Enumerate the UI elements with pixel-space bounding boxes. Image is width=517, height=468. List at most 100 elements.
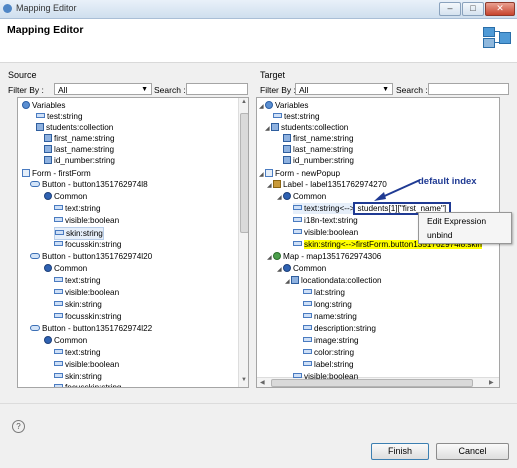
minimize-button[interactable]: ‒ [439, 2, 461, 16]
tree-node[interactable]: ◢ Common [277, 191, 326, 202]
scroll-left-icon[interactable]: ◀ [260, 379, 265, 386]
tree-node[interactable]: ◢ locationdata:collection [285, 275, 382, 286]
tree-node[interactable]: Common [44, 191, 87, 202]
tree-node[interactable]: test:string [273, 111, 320, 122]
source-vertical-scrollbar[interactable]: ▲ ▼ [238, 98, 248, 387]
source-search-label: Search : [154, 85, 186, 95]
variables-icon [22, 101, 30, 109]
tree-node[interactable]: ◢ Form - newPopup [259, 168, 340, 179]
target-title: Target [260, 70, 286, 80]
source-title: Source [8, 70, 37, 80]
tree-node[interactable]: visible:boolean [54, 359, 119, 370]
tree-node[interactable]: text:string [54, 275, 101, 286]
source-filter-select[interactable]: All ▼ [54, 83, 152, 95]
tree-node-label: visible:boolean [65, 360, 120, 369]
tree-node[interactable]: Form - firstForm [22, 168, 91, 179]
tree-node[interactable]: ◢ Label - label1351762974270 [267, 179, 387, 190]
tree-node-label: students:collection [46, 123, 114, 132]
tree-node[interactable]: image:string [303, 335, 359, 346]
tree-node[interactable]: last_name:string [283, 144, 353, 155]
menu-item-edit-expression[interactable]: Edit Expression [419, 215, 511, 228]
tree-node[interactable]: test:string [36, 111, 83, 122]
close-button[interactable]: ✕ [485, 2, 515, 16]
tree-node[interactable]: last_name:string [44, 144, 114, 155]
tree-node-label: focusskin:string [65, 240, 122, 249]
tree-node[interactable]: ◢ Common [277, 263, 326, 274]
tree-node[interactable]: lat:string [303, 287, 345, 298]
chevron-down-icon: ▼ [141, 86, 148, 93]
scroll-right-icon[interactable]: ▶ [489, 379, 494, 386]
tree-node-label: image:string [314, 336, 359, 345]
page-title: Mapping Editor [7, 24, 84, 36]
tree-node[interactable]: students:collection [36, 122, 113, 133]
target-filter-select[interactable]: All ▼ [295, 83, 393, 95]
tree-node[interactable]: description:string [303, 323, 376, 334]
scroll-up-icon[interactable]: ▲ [241, 99, 247, 105]
common-group-icon [283, 264, 291, 272]
tree-node[interactable]: Common [44, 263, 87, 274]
collection-icon [271, 123, 279, 131]
string-field-icon [293, 373, 302, 378]
tree-node[interactable]: text:string [54, 347, 101, 358]
tree-node-label: skin:string [66, 229, 103, 238]
cancel-button[interactable]: Cancel [436, 443, 509, 460]
string-field-icon [303, 349, 312, 354]
tree-node[interactable]: visible:boolean [293, 371, 358, 382]
string-field-icon [54, 241, 63, 246]
tree-node[interactable]: visible:boolean [54, 287, 119, 298]
tree-node[interactable]: ◢ Variables [259, 100, 309, 111]
string-field-icon [303, 301, 312, 306]
tree-node-label: skin:string<-->firstForm [304, 240, 389, 249]
tree-node[interactable]: focusskin:string [54, 382, 121, 387]
string-field-icon [54, 289, 63, 294]
tree-node[interactable]: skin:string [54, 371, 102, 382]
source-search-input[interactable] [186, 83, 248, 95]
tree-node[interactable]: Variables [22, 100, 66, 111]
mapping-logo-icon [483, 25, 511, 49]
source-filter-label: Filter By : [8, 85, 44, 95]
tree-node[interactable]: ◢ Map - map1351762974306 [267, 251, 381, 262]
tree-node-label: Form - newPopup [275, 169, 341, 178]
source-tree[interactable]: ▲ ▼ Variables test:string students:collect… [17, 97, 249, 388]
tree-node[interactable]: Button - button1351762974l8 [30, 179, 148, 190]
tree-node[interactable]: ◢ students:collection [265, 122, 348, 133]
tree-node[interactable]: skin:string [54, 299, 102, 310]
tree-node[interactable]: first_name:string [44, 133, 115, 144]
scroll-thumb[interactable] [240, 113, 248, 233]
tree-node[interactable]: i18n-text:string [293, 215, 358, 226]
tree-node[interactable]: name:string [303, 311, 357, 322]
tree-node[interactable]: text:string [54, 203, 101, 214]
tree-node-label: focusskin:string [65, 312, 122, 321]
tree-node[interactable]: id_number:string [283, 155, 354, 166]
string-field-icon [303, 337, 312, 342]
tree-node[interactable]: id_number:string [44, 155, 115, 166]
scroll-down-icon[interactable]: ▼ [241, 377, 247, 383]
menu-item-unbind[interactable]: unbind [419, 229, 511, 242]
tree-node[interactable]: label:string [303, 359, 354, 370]
string-field-icon [273, 113, 282, 118]
tree-node[interactable]: visible:boolean [293, 227, 358, 238]
tree-node[interactable]: Button - button1351762974l22 [30, 323, 152, 334]
finish-button[interactable]: Finish [371, 443, 429, 460]
tree-node[interactable]: Button - button1351762974l20 [30, 251, 152, 262]
tree-node[interactable]: long:string [303, 299, 352, 310]
tree-node[interactable]: Common [44, 335, 87, 346]
tree-node[interactable]: focusskin:string [54, 311, 121, 322]
form-icon [22, 169, 30, 177]
tree-node-label: id_number:string [293, 156, 354, 165]
tree-node-label: visible:boolean [65, 216, 120, 225]
tree-node[interactable]: first_name:string [283, 133, 354, 144]
tree-node[interactable]: focusskin:string [54, 239, 121, 250]
tree-node-label: Button - button1351762974l8 [42, 180, 148, 189]
form-icon [265, 169, 273, 177]
help-icon[interactable]: ? [12, 420, 25, 433]
string-field-icon [55, 230, 64, 235]
tree-node-label: skin:string [65, 300, 102, 309]
string-field-icon [54, 349, 63, 354]
tree-node[interactable]: visible:boolean [54, 215, 119, 226]
target-search-input[interactable] [428, 83, 509, 95]
annotation-label: default index [418, 176, 477, 187]
maximize-button[interactable]: □ [462, 2, 484, 16]
tree-node[interactable]: color:string [303, 347, 354, 358]
tree-node-label: students:collection [281, 123, 349, 132]
